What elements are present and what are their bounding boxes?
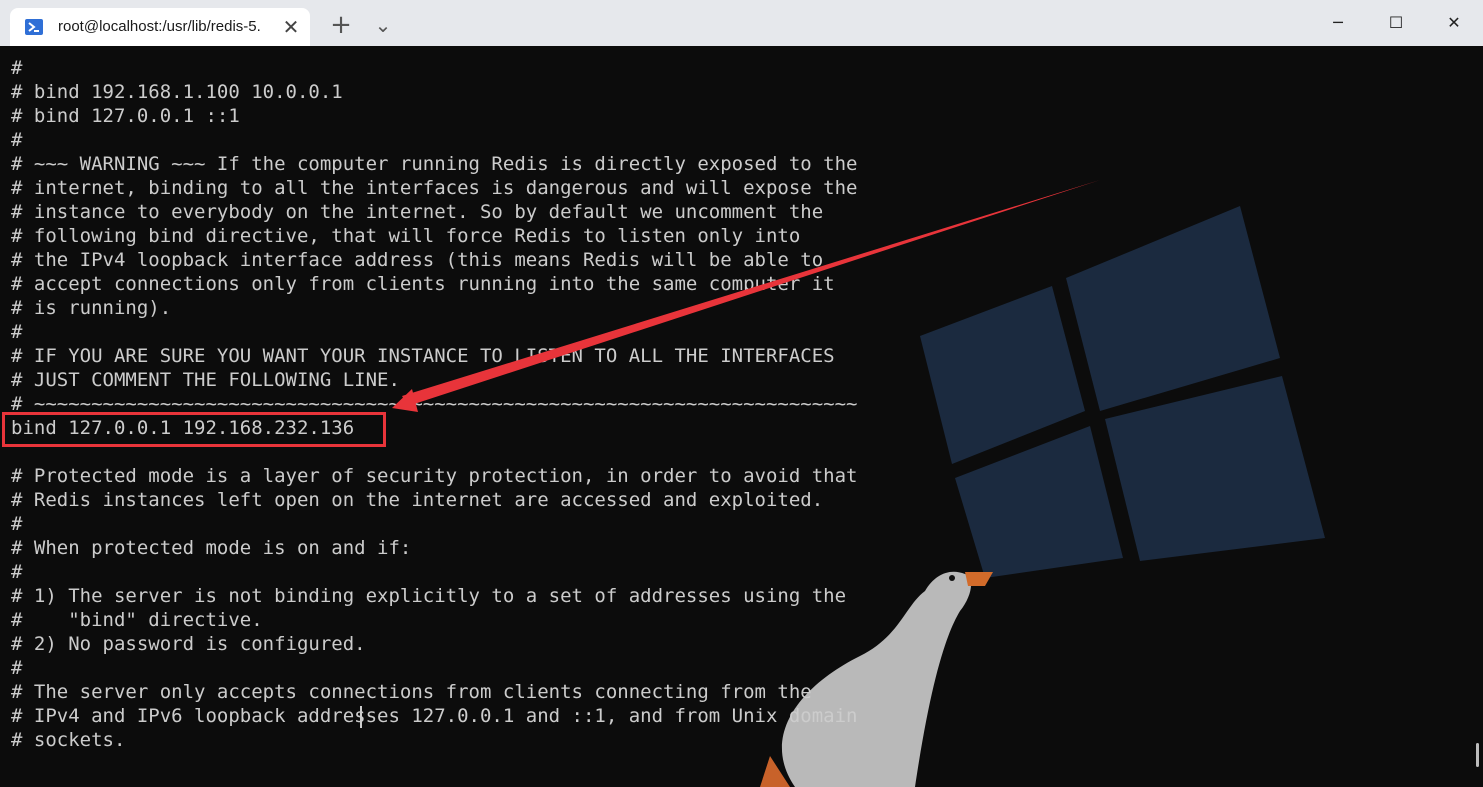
tab-title: root@localhost:/usr/lib/redis-5. <box>58 18 261 35</box>
terminal-tab[interactable]: root@localhost:/usr/lib/redis-5. ✕ <box>10 8 310 46</box>
title-bar: root@localhost:/usr/lib/redis-5. ✕ + ⌄ ─… <box>0 0 1483 46</box>
maximize-button[interactable]: ☐ <box>1367 0 1425 46</box>
close-tab-icon[interactable]: ✕ <box>280 16 302 38</box>
powershell-icon <box>25 19 43 35</box>
terminal-area[interactable]: # # bind 192.168.1.100 10.0.0.1 # bind 1… <box>0 46 1483 787</box>
close-window-button[interactable]: ✕ <box>1425 0 1483 46</box>
tab-dropdown-button[interactable]: ⌄ <box>365 10 401 40</box>
annotation-arrow <box>392 180 1100 412</box>
minimize-button[interactable]: ─ <box>1309 0 1367 46</box>
new-tab-button[interactable]: + <box>323 10 359 40</box>
scrollbar-thumb[interactable] <box>1476 743 1479 767</box>
